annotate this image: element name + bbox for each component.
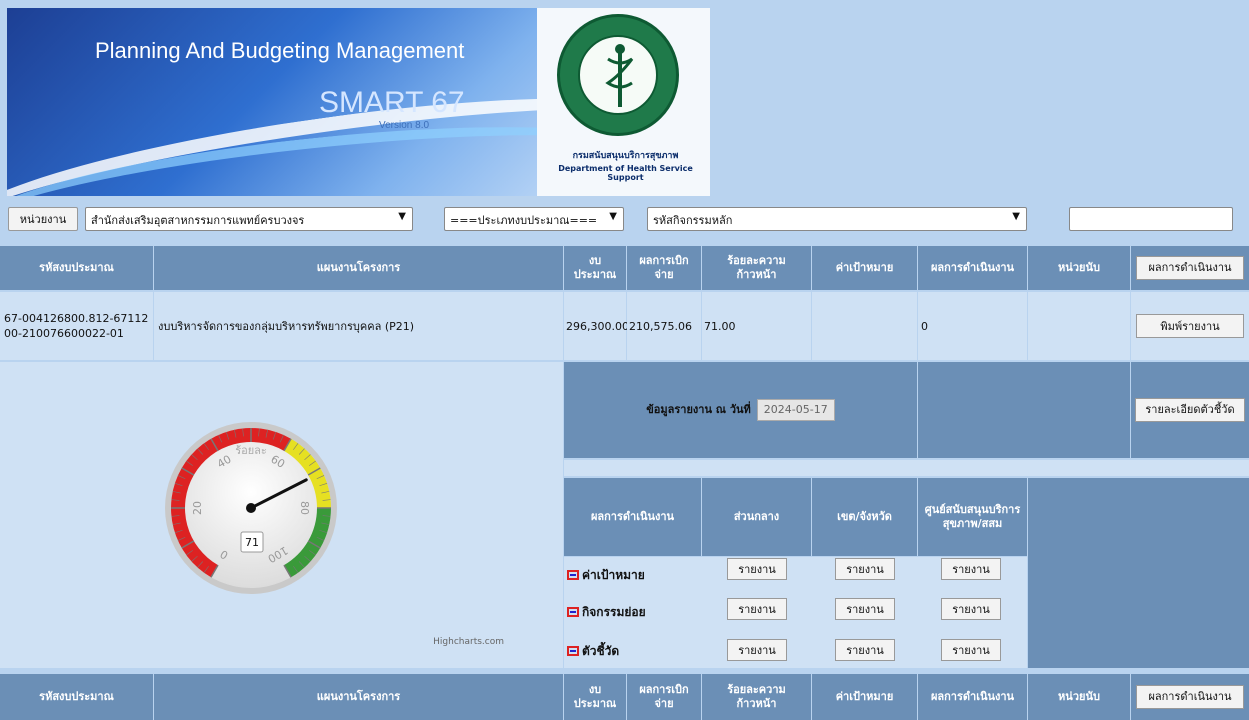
highcharts-credit-link[interactable]: Highcharts.com — [433, 637, 504, 647]
header-button-cell: ผลการดำเนินงาน — [1131, 246, 1249, 290]
list-item[interactable]: ค่าเป้าหมาย — [567, 560, 645, 590]
chevron-down-icon: ▼ — [609, 211, 617, 222]
header-plan: แผนงานโครงการ — [154, 246, 563, 290]
report-detail-cell: รายละเอียดตัวชี้วัด — [1131, 362, 1249, 458]
report-date-cell: ข้อมูลรายงาน ณ วันที่ 2024-05-17 — [564, 362, 917, 458]
gauge-label: ร้อยละ — [235, 444, 267, 457]
activity-select-value: รหัสกิจกรรมหลัก — [653, 214, 733, 227]
spacer-row — [564, 460, 1249, 476]
header-target: ค่าเป้าหมาย — [812, 674, 917, 720]
row-label-indicator: ตัวชี้วัด — [582, 643, 620, 658]
result-button[interactable]: ผลการดำเนินงาน — [1136, 685, 1244, 709]
gauge-tick-label: 20 — [191, 501, 204, 515]
gauge-value: 71 — [245, 536, 259, 549]
unit-button[interactable]: หน่วยงาน — [8, 207, 78, 231]
row-progress: 71.00 — [702, 292, 811, 360]
central-subactivity-report-button[interactable]: รายงาน — [727, 598, 787, 620]
header-budget: งบประมาณ — [564, 674, 626, 720]
region-target-report-button[interactable]: รายงาน — [835, 558, 895, 580]
report-date-label: ข้อมูลรายงาน ณ วันที่ — [646, 403, 751, 416]
header-target: ค่าเป้าหมาย — [812, 246, 917, 290]
center-subactivity-report-button[interactable]: รายงาน — [941, 598, 1001, 620]
header-code: รหัสงบประมาณ — [0, 246, 153, 290]
header-button-cell: ผลการดำเนินงาน — [1131, 674, 1249, 720]
ministry-seal-icon — [557, 14, 679, 136]
header-unit: หน่วยนับ — [1028, 674, 1130, 720]
banner-version: Version 8.0 — [379, 120, 430, 131]
header-disbursed: ผลการเบิกจ่าย — [627, 674, 701, 720]
chevron-down-icon: ▼ — [398, 211, 406, 222]
sub-header-region: เขต/จังหวัด — [812, 478, 917, 556]
header-progress: ร้อยละความก้าวหน้า — [702, 246, 811, 290]
row-unit — [1028, 292, 1130, 360]
row-budget: 296,300.00 — [564, 292, 629, 360]
gauge-panel: 0 20 40 60 80 100 ร้อยละ 71 Highcharts.com — [0, 362, 563, 668]
budget-type-select-value: ===ประเภทงบประมาณ=== — [450, 214, 598, 227]
list-item[interactable]: ตัวชี้วัด — [567, 636, 619, 666]
ministry-logo: กรมสนับสนุนบริการสุขภาพ Department of He… — [537, 8, 710, 196]
report-date-field[interactable]: 2024-05-17 — [756, 399, 835, 421]
org-name-english: Department of Health Service Support — [558, 164, 693, 182]
banner-title: Planning And Budgeting Management — [95, 38, 465, 63]
window-icon — [567, 570, 579, 580]
header-unit: หน่วยนับ — [1028, 246, 1130, 290]
row-disbursed: 210,575.06 — [627, 292, 701, 360]
list-item[interactable]: กิจกรรมย่อย — [567, 597, 646, 627]
progress-gauge: 02040 6080100 ร้อยละ 71 Highcharts.com — [165, 422, 504, 647]
result-button[interactable]: ผลการดำเนินงาน — [1136, 256, 1244, 280]
region-indicator-report-button[interactable]: รายงาน — [835, 639, 895, 661]
central-target-report-button[interactable]: รายงาน — [727, 558, 787, 580]
window-icon — [567, 607, 579, 617]
row-target — [812, 292, 917, 360]
activity-select[interactable]: รหัสกิจกรรมหลัก ▼ — [647, 207, 1027, 231]
unit-select[interactable]: สำนักส่งเสริมอุตสาหกรรมการแพทย์ครบวงจร ▼ — [85, 207, 413, 231]
budget-type-select[interactable]: ===ประเภทงบประมาณ=== ▼ — [444, 207, 624, 231]
unit-select-value: สำนักส่งเสริมอุตสาหกรรมการแพทย์ครบวงจร — [91, 214, 305, 227]
header-plan: แผนงานโครงการ — [154, 674, 563, 720]
indicator-detail-button[interactable]: รายละเอียดตัวชี้วัด — [1135, 398, 1245, 422]
chevron-down-icon: ▼ — [1012, 211, 1020, 222]
header-banner: Planning And Budgeting Management SMART … — [7, 8, 710, 196]
sub-header-result: ผลการดำเนินงาน — [564, 478, 701, 556]
header-disbursed: ผลการเบิกจ่าย — [627, 246, 701, 290]
search-input[interactable] — [1069, 207, 1233, 231]
row-result: 0 — [918, 292, 1027, 360]
sub-header-center: ศูนย์สนับสนุนบริการสุขภาพ/สสม — [918, 478, 1027, 556]
row-code: 67-004126800.812-6711200-210076600022-01 — [0, 292, 153, 360]
header-result: ผลการดำเนินงาน — [918, 246, 1027, 290]
region-subactivity-report-button[interactable]: รายงาน — [835, 598, 895, 620]
row-plan: งบบริหารจัดการของกลุ่มบริหารทรัพยากรบุคค… — [154, 292, 563, 360]
row-label-subactivity: กิจกรรมย่อย — [582, 604, 646, 619]
center-target-report-button[interactable]: รายงาน — [941, 558, 1001, 580]
filter-bar: หน่วยงาน สำนักส่งเสริมอุตสาหกรรมการแพทย์… — [0, 200, 1249, 240]
sub-empty-area — [1028, 478, 1249, 668]
report-empty-cell — [918, 362, 1130, 458]
center-indicator-report-button[interactable]: รายงาน — [941, 639, 1001, 661]
org-name-thai: กรมสนับสนุนบริการสุขภาพ — [572, 151, 679, 161]
header-code: รหัสงบประมาณ — [0, 674, 153, 720]
central-indicator-report-button[interactable]: รายงาน — [727, 639, 787, 661]
gauge-pivot — [246, 503, 256, 513]
header-result: ผลการดำเนินงาน — [918, 674, 1027, 720]
row-action-cell: พิมพ์รายงาน — [1131, 292, 1249, 360]
print-report-button[interactable]: พิมพ์รายงาน — [1136, 314, 1244, 338]
header-progress: ร้อยละความก้าวหน้า — [702, 674, 811, 720]
header-budget: งบประมาณ — [564, 246, 626, 290]
banner-product-name: SMART 67 — [319, 86, 465, 119]
window-icon — [567, 646, 579, 656]
gauge-tick-label: 80 — [298, 501, 311, 515]
sub-header-central: ส่วนกลาง — [702, 478, 811, 556]
row-label-target: ค่าเป้าหมาย — [582, 567, 645, 582]
